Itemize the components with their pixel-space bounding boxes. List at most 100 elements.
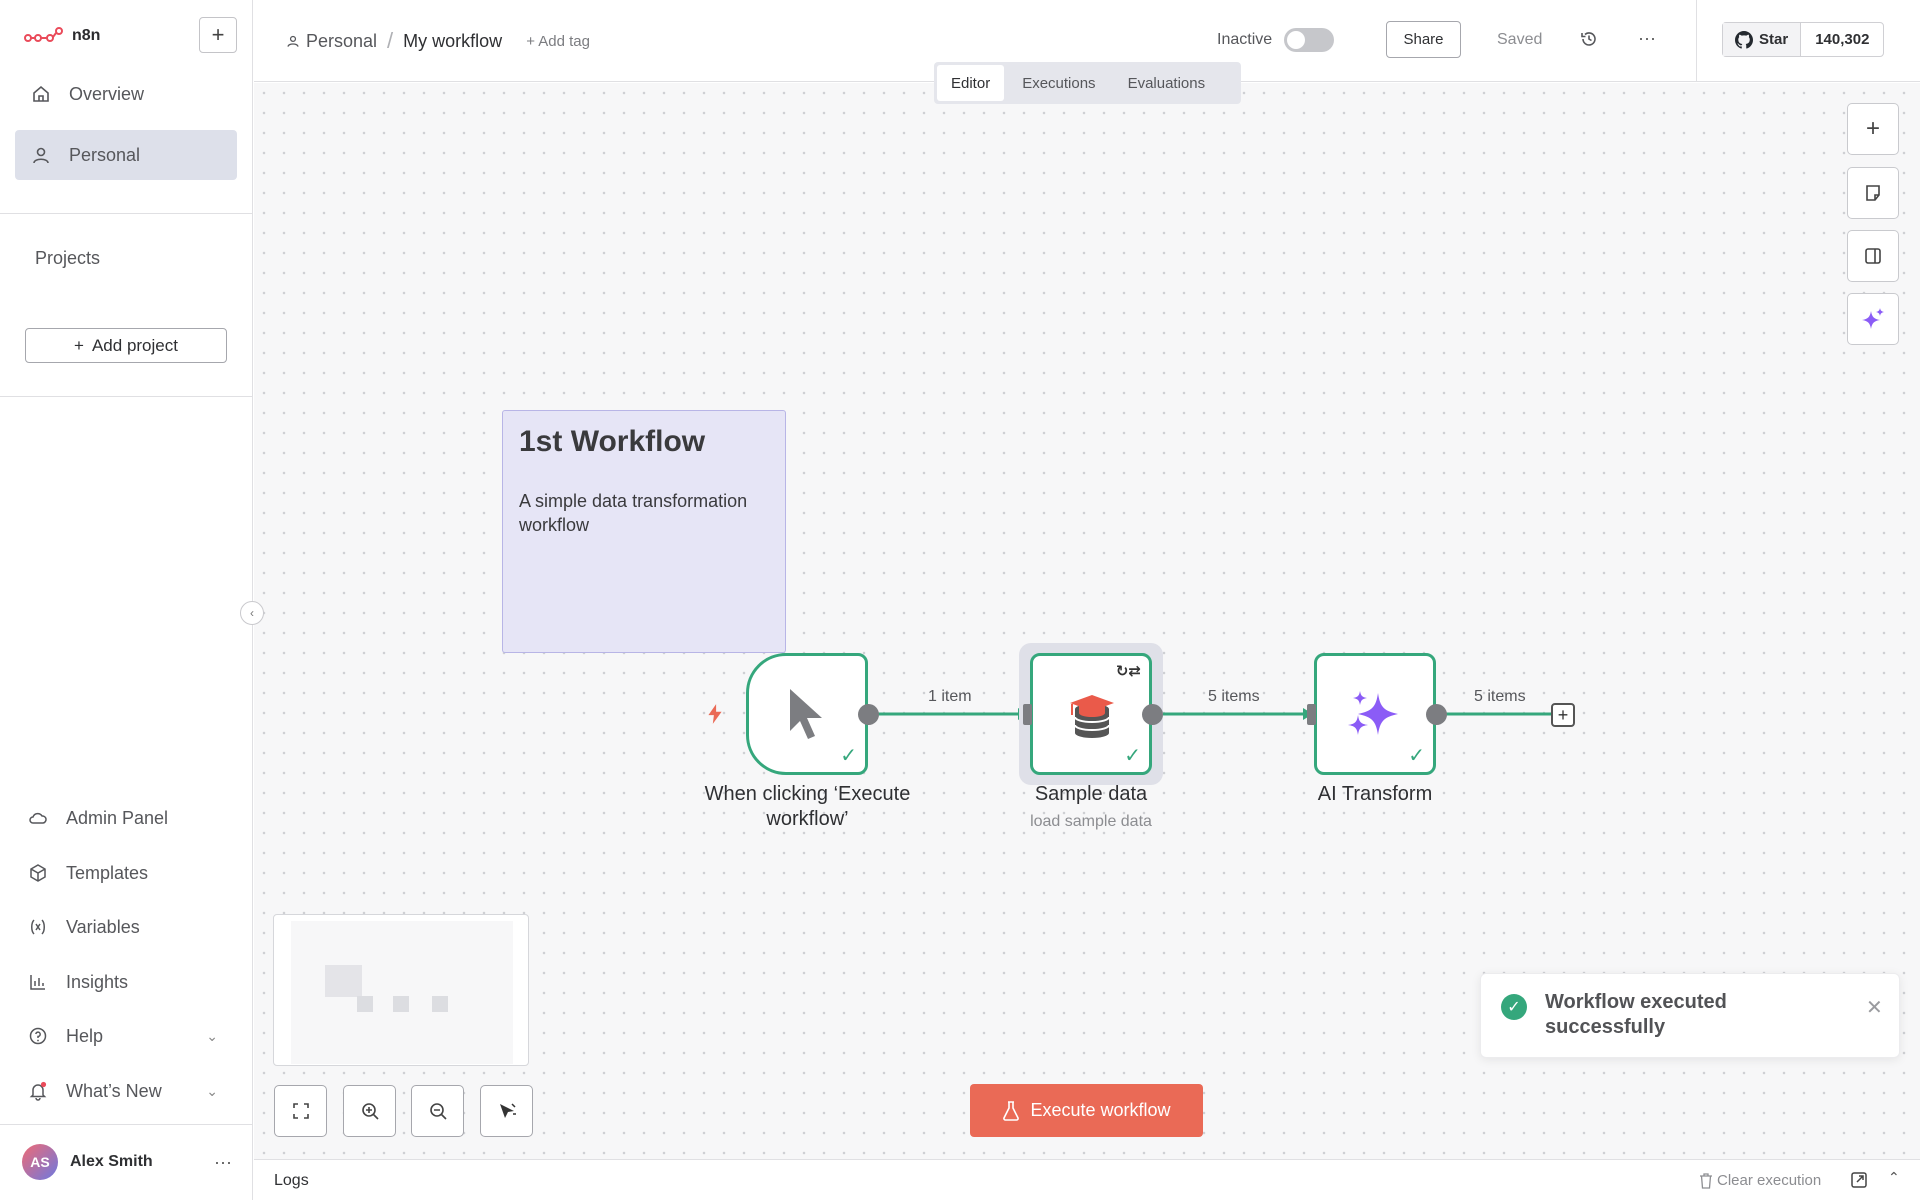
active-status-label: Inactive (1217, 31, 1273, 48)
tab-evaluations[interactable]: Evaluations (1114, 65, 1220, 101)
chart-icon (30, 975, 45, 990)
output-handle[interactable] (1426, 704, 1447, 725)
success-toast: ✓ Workflow executed successfully ✕ (1480, 973, 1900, 1058)
history-button[interactable] (1579, 29, 1599, 54)
nav-item-overview[interactable]: Overview (15, 69, 237, 119)
nav-item-help[interactable]: Help ⌄ (28, 1016, 218, 1056)
chevron-down-icon: ⌄ (206, 1082, 218, 1099)
node-sample-data[interactable]: ↻⇄ ✓ (1030, 653, 1152, 775)
connection-label: 5 items (1474, 688, 1526, 705)
zoom-in-button[interactable] (343, 1085, 396, 1137)
bell-icon (29, 1081, 47, 1101)
success-check-icon: ✓ (1124, 745, 1141, 767)
share-button[interactable]: Share (1386, 21, 1461, 58)
workflow-title[interactable]: My workflow (403, 31, 502, 52)
tab-editor[interactable]: Editor (937, 65, 1005, 101)
clear-execution-button[interactable]: Clear execution (1699, 1172, 1821, 1189)
add-sticky-button[interactable] (1847, 167, 1899, 219)
divider (0, 1124, 253, 1125)
fullscreen-icon (292, 1103, 309, 1119)
node-label: AI Transform (1317, 783, 1433, 805)
close-icon[interactable]: ✕ (1866, 995, 1883, 1020)
node-ai-transform[interactable]: ✓ (1314, 653, 1436, 775)
github-star-button[interactable]: Star (1723, 23, 1802, 56)
workflow-menu-button[interactable]: ··· (1638, 28, 1656, 49)
output-handle[interactable] (1142, 704, 1163, 725)
toggle-panel-button[interactable] (1847, 230, 1899, 282)
nav-item-admin-panel[interactable]: Admin Panel (28, 798, 218, 838)
more-icon[interactable]: ··· (214, 1152, 232, 1173)
tab-executions[interactable]: Executions (1008, 65, 1109, 101)
logs-label: Logs (274, 1172, 309, 1189)
tidy-up-button[interactable] (480, 1085, 533, 1137)
clear-execution-label: Clear execution (1717, 1172, 1822, 1189)
github-star-count: 140,302 (1815, 31, 1870, 48)
github-icon (1735, 30, 1753, 49)
pop-out-logs-button[interactable] (1850, 1171, 1868, 1194)
logs-panel-bar[interactable]: Logs Clear execution ⌃ (254, 1159, 1920, 1200)
add-project-button[interactable]: + Add project (25, 328, 227, 363)
app-name: n8n (72, 27, 101, 44)
zoom-out-button[interactable] (411, 1085, 464, 1137)
plus-icon: + (211, 22, 225, 47)
help-icon (29, 1027, 47, 1045)
sticky-note[interactable]: 1st Workflow A simple data transformatio… (502, 410, 786, 653)
flask-icon (1003, 1100, 1020, 1121)
minimap-node (432, 996, 448, 1012)
input-handle[interactable] (1023, 704, 1032, 725)
trigger-bolt-icon (704, 703, 726, 730)
add-tag-button[interactable]: + Add tag (526, 33, 590, 50)
nav-item-templates[interactable]: Templates (28, 853, 218, 893)
nav-item-whats-new[interactable]: What’s New ⌄ (28, 1071, 218, 1111)
create-button[interactable]: + (199, 17, 237, 53)
minimap-node (393, 996, 409, 1012)
projects-heading: Projects (35, 248, 101, 268)
toast-message: Workflow executed successfully (1545, 991, 1727, 1038)
fit-view-button[interactable] (274, 1085, 327, 1137)
nav-item-label: Insights (66, 971, 129, 992)
chevron-up-icon[interactable]: ⌃ (1888, 1169, 1900, 1186)
plus-icon: + (1557, 704, 1569, 725)
breadcrumb-project[interactable]: Personal (286, 31, 377, 52)
divider (1696, 0, 1697, 82)
node-subtitle: load sample data (1030, 813, 1152, 830)
add-node-after-button[interactable]: + (1551, 703, 1575, 727)
toggle-knob (1287, 31, 1305, 49)
minimap-sticky (325, 965, 362, 997)
sticky-note-icon (1866, 185, 1880, 201)
sidebar: n8n + Overview Personal Projects + Add p… (0, 0, 253, 1200)
nav-item-insights[interactable]: Insights (28, 962, 218, 1002)
variable-icon (31, 919, 45, 935)
execute-workflow-button[interactable]: Execute workflow (970, 1084, 1203, 1137)
node-manual-trigger[interactable]: ✓ (746, 653, 868, 775)
collapse-sidebar-button[interactable]: ‹ (240, 601, 264, 625)
add-node-button[interactable]: + (1847, 103, 1899, 155)
nav-item-label: Templates (66, 862, 149, 883)
add-project-label: Add project (91, 335, 178, 355)
success-check-icon: ✓ (1408, 745, 1425, 767)
breadcrumb: Personal / My workflow + Add tag (286, 28, 590, 54)
user-icon (287, 35, 299, 47)
divider (0, 396, 253, 397)
plus-icon: + (74, 335, 84, 355)
check-circle-icon: ✓ (1501, 994, 1527, 1020)
ai-assistant-button[interactable] (1847, 293, 1899, 345)
node-label: When clicking ‘Execute workflow’ (704, 783, 911, 830)
breadcrumb-project-label: Personal (306, 30, 378, 51)
github-star-widget[interactable]: Star 140,302 (1722, 22, 1885, 57)
active-toggle[interactable] (1284, 28, 1334, 52)
avatar: AS (22, 1144, 58, 1180)
nav-item-label: Overview (69, 83, 145, 104)
nav-item-variables[interactable]: Variables (28, 907, 218, 947)
output-handle[interactable] (858, 704, 879, 725)
nav-item-personal[interactable]: Personal (15, 130, 237, 180)
input-handle[interactable] (1307, 704, 1316, 725)
pop-out-icon (1851, 1172, 1867, 1188)
cloud-icon (29, 812, 47, 824)
user-menu[interactable]: AS Alex Smith ··· (22, 1142, 232, 1182)
divider (0, 213, 253, 214)
n8n-logo[interactable]: n8n (24, 26, 100, 46)
connection-label: 1 item (928, 688, 972, 705)
sticky-note-title: 1st Workflow (519, 425, 706, 458)
history-icon (1581, 32, 1596, 46)
